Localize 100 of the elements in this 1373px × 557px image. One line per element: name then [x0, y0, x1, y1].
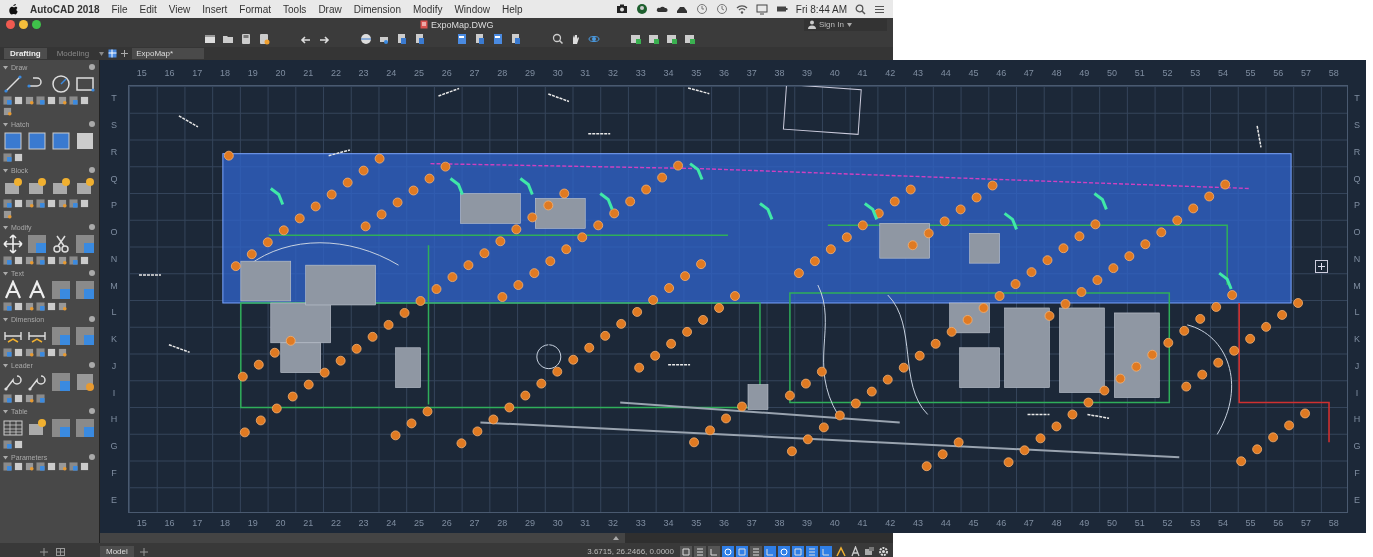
layout-tab[interactable]: Model	[100, 546, 134, 557]
status-toggle[interactable]	[722, 545, 734, 557]
tool-icon[interactable]	[25, 302, 34, 311]
tool-icon[interactable]	[3, 107, 12, 116]
tool-icon[interactable]	[25, 96, 34, 105]
view-button[interactable]	[1315, 260, 1328, 273]
document-icon[interactable]	[204, 33, 216, 45]
redo-icon[interactable]	[318, 33, 330, 45]
orbit-icon[interactable]	[588, 33, 600, 45]
layer-icon[interactable]	[630, 33, 642, 45]
status-toggle[interactable]	[792, 545, 804, 557]
workspace-tab[interactable]: Modeling	[50, 48, 96, 59]
apple-icon[interactable]	[8, 3, 18, 15]
tool-icon[interactable]	[25, 348, 34, 357]
options-icon[interactable]	[89, 408, 95, 414]
menu-item[interactable]: Modify	[412, 3, 443, 15]
options-icon[interactable]	[89, 167, 95, 173]
plus-icon[interactable]	[40, 547, 48, 556]
search-icon[interactable]	[552, 33, 564, 45]
menu-item[interactable]: Tools	[283, 3, 307, 15]
page-icon[interactable]	[510, 33, 522, 45]
options-icon[interactable]	[89, 64, 95, 70]
workspace-tab[interactable]: Drafting	[4, 48, 47, 59]
line-icon[interactable]	[3, 74, 23, 94]
status-toggle[interactable]	[750, 545, 762, 557]
tool-icon[interactable]	[51, 418, 71, 438]
expand-caret-icon[interactable]	[3, 121, 8, 127]
tool-icon[interactable]	[58, 96, 67, 105]
menu-item[interactable]: Format	[239, 3, 271, 15]
globe-icon[interactable]	[360, 33, 372, 45]
status-toggle[interactable]	[694, 545, 706, 557]
tool-icon[interactable]	[14, 199, 23, 208]
move-icon[interactable]	[3, 234, 23, 254]
text-tool-icon[interactable]	[27, 280, 47, 300]
tool-icon[interactable]	[80, 199, 89, 208]
options-icon[interactable]	[89, 224, 95, 230]
sign-in-button[interactable]: Sign In	[804, 18, 887, 31]
tool-icon[interactable]	[14, 394, 23, 403]
clock-icon[interactable]	[715, 3, 728, 15]
status-toggle[interactable]	[680, 545, 692, 557]
expand-caret-icon[interactable]	[3, 362, 8, 368]
expand-caret-icon[interactable]	[3, 224, 8, 230]
block-icon[interactable]	[75, 177, 95, 197]
menu-item[interactable]: Dimension	[353, 3, 401, 15]
search-icon[interactable]	[855, 3, 866, 15]
tool-icon[interactable]	[14, 96, 23, 105]
tool-icon[interactable]	[58, 348, 67, 357]
tool-icon[interactable]	[58, 462, 67, 471]
tool-icon[interactable]	[14, 302, 23, 311]
page-icon[interactable]	[492, 33, 504, 45]
options-icon[interactable]	[89, 121, 95, 127]
hatch-icon[interactable]	[51, 131, 71, 151]
menu-item[interactable]: Edit	[139, 3, 157, 15]
layer-icon[interactable]	[684, 33, 696, 45]
scissors-icon[interactable]	[51, 234, 71, 254]
layer-icon[interactable]	[666, 33, 678, 45]
status-toggle[interactable]	[806, 545, 818, 557]
tool-icon[interactable]	[75, 418, 95, 438]
block-icon[interactable]	[27, 177, 47, 197]
page-icon[interactable]	[474, 33, 486, 45]
menu-item[interactable]: Window	[454, 3, 490, 15]
settings-icon[interactable]	[878, 546, 889, 557]
expand-caret-icon[interactable]	[3, 408, 8, 414]
caret-icon[interactable]	[99, 51, 105, 56]
app-name[interactable]: AutoCAD 2018	[30, 3, 100, 15]
leader-icon[interactable]	[3, 372, 23, 392]
menu-item[interactable]: Help	[502, 3, 523, 15]
tool-icon[interactable]	[75, 326, 95, 346]
expand-caret-icon[interactable]	[3, 454, 8, 460]
tool-icon[interactable]	[47, 302, 56, 311]
tool-icon[interactable]	[47, 348, 56, 357]
block-icon[interactable]	[27, 418, 47, 438]
tool-icon[interactable]	[14, 440, 23, 449]
hatch-icon[interactable]	[27, 131, 47, 151]
menu-item[interactable]: File	[111, 3, 128, 15]
options-icon[interactable]	[89, 316, 95, 322]
options-icon[interactable]	[89, 270, 95, 276]
layer-icon[interactable]	[648, 33, 660, 45]
tool-icon[interactable]	[58, 256, 67, 265]
tool-icon[interactable]	[80, 96, 89, 105]
scale-icon[interactable]	[850, 546, 861, 557]
menu-item[interactable]: View	[168, 3, 191, 15]
tool-icon[interactable]	[80, 256, 89, 265]
tool-icon[interactable]	[58, 302, 67, 311]
display-icon[interactable]	[755, 3, 768, 15]
tool-icon[interactable]	[3, 210, 12, 219]
circle-icon[interactable]	[635, 3, 648, 15]
tool-icon[interactable]	[51, 326, 71, 346]
block-icon[interactable]	[3, 177, 23, 197]
zoom-button[interactable]	[32, 20, 41, 29]
undo-icon[interactable]	[300, 33, 312, 45]
status-toggle[interactable]	[708, 545, 720, 557]
tool-icon[interactable]	[25, 462, 34, 471]
menu-item[interactable]: Insert	[202, 3, 228, 15]
tool-icon[interactable]	[25, 256, 34, 265]
tool-icon[interactable]	[75, 280, 95, 300]
folder-icon[interactable]	[222, 33, 234, 45]
block-icon[interactable]	[51, 177, 71, 197]
grid-icon[interactable]	[56, 547, 65, 556]
expand-caret-icon[interactable]	[3, 64, 8, 70]
